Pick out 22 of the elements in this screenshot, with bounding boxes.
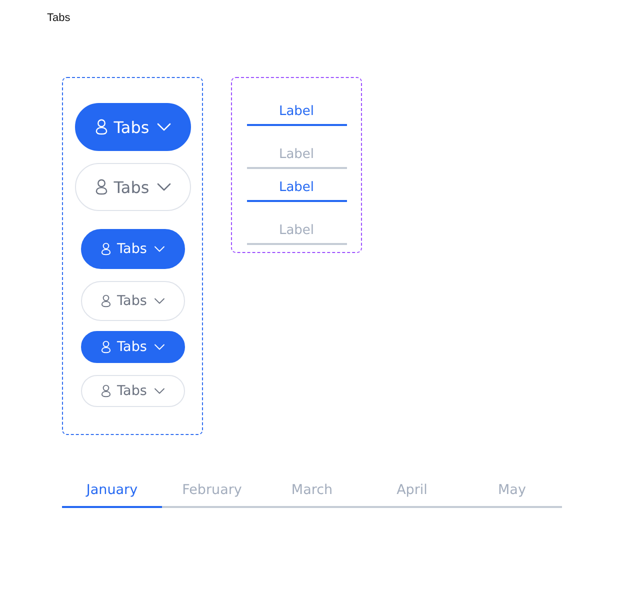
person-icon	[100, 384, 112, 398]
person-icon	[100, 294, 112, 308]
chevron-down-icon	[154, 344, 165, 350]
page-title: Tabs	[47, 11, 72, 25]
pill-tab[interactable]: Tabs	[80, 281, 184, 321]
pill-tab[interactable]: Tabs	[74, 163, 190, 211]
chevron-down-icon	[157, 183, 172, 191]
person-icon	[100, 340, 112, 354]
pill-tab[interactable]: Tabs	[80, 229, 184, 269]
pill-tab[interactable]: Tabs	[80, 331, 184, 363]
chevron-down-icon	[154, 298, 165, 304]
person-icon	[94, 178, 109, 196]
pill-tab[interactable]: Tabs	[74, 103, 190, 151]
person-icon	[100, 242, 112, 256]
chevron-down-icon	[157, 123, 172, 131]
underline-tab[interactable]: Label	[246, 169, 346, 202]
chevron-down-icon	[154, 246, 165, 252]
chevron-down-icon	[154, 388, 165, 394]
underline-tab[interactable]: Label	[246, 93, 346, 126]
month-tab[interactable]: January	[62, 472, 162, 508]
pill-tab[interactable]: Tabs	[80, 375, 184, 407]
person-icon	[94, 118, 109, 136]
